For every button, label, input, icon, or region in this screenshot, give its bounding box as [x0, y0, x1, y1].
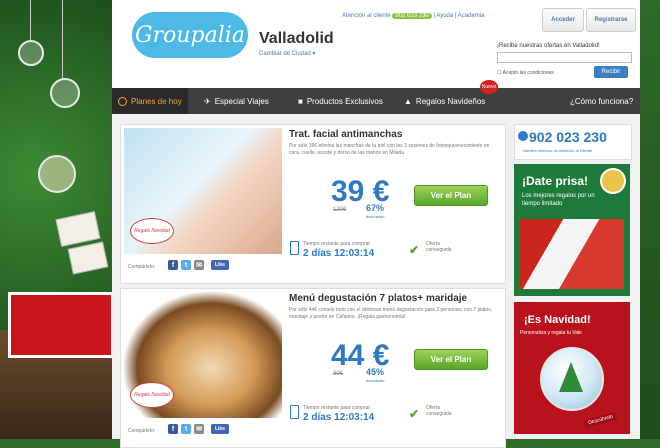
phone-icon [518, 131, 528, 141]
facebook-icon[interactable]: f [168, 260, 178, 270]
like-button-icon[interactable]: Like [211, 260, 229, 270]
top-links: Atención al cliente 902 023 230 | Ayuda … [342, 13, 485, 19]
timer-value: 2 días 12:03:14 [303, 412, 375, 423]
promo-banner-date-prisa[interactable]: ¡Date prisa! Los mejores regalos por un … [514, 164, 630, 296]
plane-icon: ✈ [204, 96, 211, 106]
email-field[interactable] [497, 52, 632, 63]
facebook-icon[interactable]: f [168, 424, 178, 434]
nav-item-planes-hoy[interactable]: Planes de hoy [112, 88, 188, 114]
deal-image[interactable]: Regalo Navidad [124, 292, 282, 418]
discount-percent: 45% [366, 367, 385, 377]
share-label: Compártelo: [128, 428, 156, 434]
deal-title[interactable]: Menú degustación 7 platos+ maridaje [289, 293, 467, 304]
promo-title: ¡Date prisa! [522, 174, 589, 188]
nav-label: Especial Viajes [214, 96, 269, 106]
old-price: 120€ [333, 207, 347, 213]
ornament-icon [50, 78, 80, 108]
nav-item-regalos-navidenos[interactable]: ▲ Regalos Navideños [404, 88, 485, 114]
ornament-string [30, 0, 31, 40]
checkbox-icon[interactable]: ☐ [497, 70, 501, 76]
page: Groupalia Valladolid Cambiar de Ciudad ▾… [112, 0, 640, 448]
check-icon: ✔ [409, 407, 420, 421]
accept-label: Acepto las condiciones [502, 70, 554, 76]
groupalia-logo[interactable]: Groupalia [132, 12, 248, 58]
twitter-icon[interactable]: t [181, 424, 191, 434]
nav-label: Planes de hoy [131, 96, 182, 106]
change-city-link[interactable]: Cambiar de Ciudad ▾ [259, 50, 315, 57]
promo-banner-es-navidad[interactable]: ¡Es Navidad! Personaliza y regala tu Val… [514, 302, 630, 434]
share-label: Compártelo: [128, 264, 156, 270]
gift-box-icon [8, 292, 114, 358]
discover-button[interactable]: Descúbrelo [583, 411, 618, 429]
ornament-icon [18, 40, 44, 66]
offer-status: Oferta conseguida [426, 241, 452, 253]
phone-box: 902 023 230 Nuestro teléfono de Atención… [514, 124, 632, 160]
deal-image[interactable]: Regalo Navidad [124, 128, 282, 254]
check-icon: ✔ [409, 243, 420, 257]
tree-icon: ▲ [404, 96, 412, 106]
old-price: 80€ [333, 371, 344, 377]
login-button[interactable]: Acceder [542, 8, 584, 32]
discount-percent: 67% [366, 203, 385, 213]
deal-description: Por sólo 39€ elimina las manchas de tu p… [289, 143, 490, 156]
phone-number: 902 023 230 [529, 129, 607, 145]
promo-subtitle: Personaliza y regala tu Vale [520, 330, 582, 336]
view-plan-button[interactable]: Ver el Plan [414, 349, 488, 370]
nav-item-productos-exclusivos[interactable]: ■ Productos Exclusivos [298, 88, 383, 114]
ornament-string [62, 0, 63, 80]
view-plan-button[interactable]: Ver el Plan [414, 185, 488, 206]
header: Groupalia Valladolid Cambiar de Ciudad ▾… [112, 0, 640, 88]
christmas-background-right [640, 0, 660, 439]
nav-label: Productos Exclusivos [306, 96, 383, 106]
offer-status: Oferta conseguida [426, 405, 452, 417]
accept-conditions[interactable]: ☐ Acepto las condiciones [497, 70, 554, 76]
email-icon[interactable]: ✉ [194, 424, 204, 434]
twitter-icon[interactable]: t [181, 260, 191, 270]
seal-icon [600, 168, 626, 194]
receive-button[interactable]: Recibir [594, 66, 628, 78]
clock-icon [118, 96, 127, 106]
signup-title: ¡Recibe nuestras ofertas en Valladolid! [497, 43, 600, 49]
promo-subtitle: Los mejores regalos por un tiempo limita… [522, 193, 595, 207]
nav-label: ¿Cómo funciona? [570, 96, 634, 106]
ornament-icon [38, 155, 76, 193]
phone-badge: 902 023 230 [392, 13, 432, 19]
hourglass-icon [290, 241, 299, 255]
timer-label: Tiempo restante para comprar [303, 405, 371, 411]
help-link[interactable]: Ayuda [436, 13, 453, 19]
timer-label: Tiempo restante para comprar [303, 241, 371, 247]
deal-card: Regalo Navidad Menú degustación 7 platos… [120, 288, 506, 448]
attention-link[interactable]: Atención al cliente [342, 13, 391, 19]
deal-description: Por sólo 44€ cómelo todo con el delicios… [289, 307, 493, 320]
gift-photos [520, 219, 624, 289]
city-name: Valladolid [259, 30, 334, 47]
academy-link[interactable]: Academia [458, 13, 485, 19]
new-badge: Nuevo [480, 80, 498, 94]
discount-label: descuento [366, 214, 385, 219]
hourglass-icon [290, 405, 299, 419]
gift-label: Regalo Navidad [130, 218, 174, 244]
christmas-tree-icon [559, 362, 583, 392]
like-button-icon[interactable]: Like [211, 424, 229, 434]
timer-value: 2 días 12:03:14 [303, 248, 375, 259]
content-area: Regalo Navidad Trat. facial antimanchas … [112, 114, 640, 448]
nav-item-especial-viajes[interactable]: ✈ Especial Viajes [204, 88, 269, 114]
deal-title[interactable]: Trat. facial antimanchas [289, 129, 402, 140]
main-nav: Planes de hoy ✈ Especial Viajes ■ Produc… [112, 88, 640, 114]
bag-icon: ■ [298, 96, 303, 106]
gift-label: Regalo Navidad [130, 382, 174, 408]
promo-title: ¡Es Navidad! [524, 314, 591, 326]
email-icon[interactable]: ✉ [194, 260, 204, 270]
phone-note: Nuestro teléfono de Atención al Cliente [523, 148, 593, 153]
deal-card: Regalo Navidad Trat. facial antimanchas … [120, 124, 506, 284]
nav-item-como-funciona[interactable]: ¿Cómo funciona? [570, 88, 633, 114]
register-button[interactable]: Registrarse [586, 8, 636, 32]
discount-label: descuento [366, 378, 385, 383]
nav-label: Regalos Navideños [415, 96, 486, 106]
